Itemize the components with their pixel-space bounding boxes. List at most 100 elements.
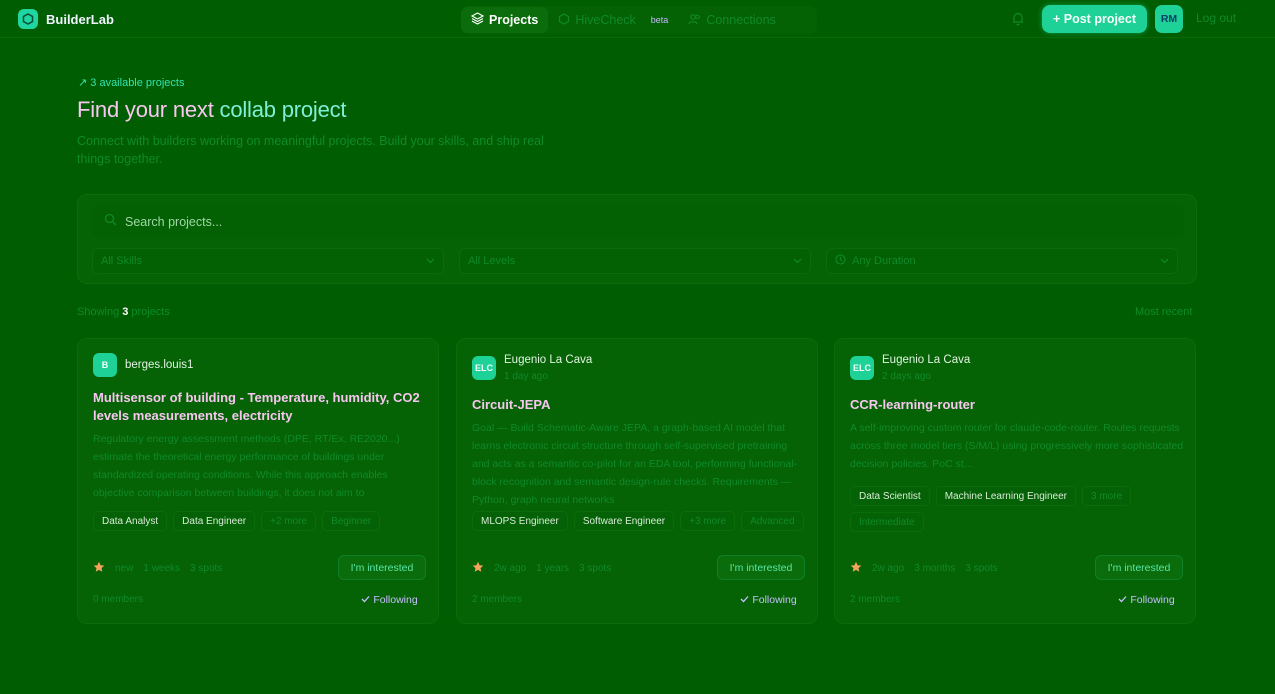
project-duration: 1 weeks bbox=[143, 563, 181, 574]
check-icon bbox=[740, 594, 749, 606]
project-stats: new 1 weeks 3 spots bbox=[93, 561, 222, 576]
nav-projects[interactable]: Projects bbox=[461, 7, 549, 33]
author-name[interactable]: Eugenio La Cava bbox=[504, 354, 592, 366]
beta-badge: beta bbox=[650, 15, 669, 25]
search-input[interactable]: Search projects... bbox=[92, 205, 1184, 239]
nav-connections-label: Connections bbox=[706, 13, 776, 27]
results-suffix: projects bbox=[131, 306, 170, 318]
project-title[interactable]: Multisensor of building - Temperature, h… bbox=[93, 389, 428, 425]
nav-hivecheck[interactable]: HiveCheck beta bbox=[548, 7, 678, 33]
project-card[interactable]: ELC Eugenio La Cava 2 days ago CCR-learn… bbox=[834, 338, 1196, 624]
logout-link[interactable]: Log out bbox=[1196, 11, 1236, 25]
levels-select[interactable]: All Levels bbox=[459, 248, 811, 274]
hexagon-icon bbox=[558, 12, 570, 28]
member-count: 2 members bbox=[472, 594, 523, 605]
posted-age: 2w ago bbox=[494, 563, 527, 574]
more-tags-badge: +3 more bbox=[680, 511, 736, 531]
star-icon bbox=[850, 561, 862, 576]
skill-tags: MLOPS Engineer Software Engineer +3 more… bbox=[472, 511, 807, 531]
project-stats: 2w ago 1 years 3 spots bbox=[472, 561, 611, 576]
posted-age: 2w ago bbox=[872, 563, 905, 574]
project-duration: 1 years bbox=[536, 563, 570, 574]
skills-select[interactable]: All Skills bbox=[92, 248, 444, 274]
duration-select-value: Any Duration bbox=[852, 255, 916, 267]
following-label: Following bbox=[752, 594, 797, 606]
project-card[interactable]: ELC Eugenio La Cava 1 day ago Circuit-JE… bbox=[456, 338, 818, 624]
skill-tag: MLOPS Engineer bbox=[472, 511, 568, 531]
check-icon bbox=[361, 594, 370, 606]
following-label: Following bbox=[373, 594, 418, 606]
star-icon bbox=[93, 561, 105, 576]
following-button[interactable]: Following bbox=[1110, 590, 1183, 610]
bell-icon[interactable] bbox=[1011, 11, 1025, 31]
more-tags-badge: 3 more bbox=[1082, 486, 1132, 506]
top-navbar: BuilderLab Projects HiveCheck beta Conne… bbox=[0, 0, 1275, 38]
chevron-down-icon bbox=[426, 255, 435, 267]
nav-projects-label: Projects bbox=[489, 13, 539, 27]
post-project-button[interactable]: + Post project bbox=[1042, 5, 1147, 33]
check-icon bbox=[1118, 594, 1127, 606]
interested-button[interactable]: I'm interested bbox=[338, 555, 426, 580]
author-avatar: B bbox=[93, 353, 117, 377]
author-name[interactable]: Eugenio La Cava bbox=[882, 354, 970, 366]
member-count: 2 members bbox=[850, 594, 901, 605]
project-title[interactable]: Circuit-JEPA bbox=[472, 396, 807, 414]
project-title[interactable]: CCR-learning-router bbox=[850, 396, 1185, 414]
main-nav: Projects HiveCheck beta Connections bbox=[461, 6, 817, 34]
skill-tag: Data Analyst bbox=[93, 511, 168, 531]
users-icon bbox=[688, 13, 701, 28]
author-avatar: ELC bbox=[850, 356, 874, 380]
posted-time: 2 days ago bbox=[882, 371, 931, 382]
skill-tag: Software Engineer bbox=[573, 511, 675, 531]
filter-panel: Search projects... All Skills All Levels… bbox=[77, 194, 1197, 284]
member-count: 0 members bbox=[93, 594, 144, 605]
interested-button[interactable]: I'm interested bbox=[1095, 555, 1183, 580]
search-placeholder: Search projects... bbox=[125, 215, 223, 229]
open-spots: 3 spots bbox=[190, 563, 223, 574]
chevron-down-icon bbox=[793, 255, 802, 267]
brand[interactable]: BuilderLab bbox=[18, 9, 114, 29]
results-count: Showing 3 projects bbox=[77, 306, 170, 318]
project-description: Goal — Build Schematic-Aware JEPA, a gra… bbox=[472, 422, 798, 506]
chevron-down-icon bbox=[1160, 255, 1169, 267]
results-prefix: Showing bbox=[77, 306, 120, 318]
search-icon bbox=[104, 213, 117, 231]
project-description: A self-improving custom router for claud… bbox=[850, 422, 1184, 470]
project-duration: 3 months bbox=[914, 563, 956, 574]
hexagon-logo-icon bbox=[18, 9, 38, 29]
skill-tags: Data Analyst Data Engineer +2 more Begin… bbox=[93, 511, 428, 531]
following-button[interactable]: Following bbox=[732, 590, 805, 610]
level-badge: Beginner bbox=[322, 511, 381, 531]
author-name[interactable]: berges.louis1 bbox=[125, 359, 193, 371]
project-description: Regulatory energy assessment methods (DP… bbox=[93, 433, 400, 499]
more-tags-badge: +2 more bbox=[261, 511, 317, 531]
skill-tags: Data Scientist Machine Learning Engineer… bbox=[850, 486, 1185, 532]
skill-tag: Data Engineer bbox=[173, 511, 256, 531]
project-card[interactable]: B berges.louis1 Multisensor of building … bbox=[77, 338, 439, 624]
user-avatar[interactable]: RM bbox=[1155, 5, 1183, 33]
following-button[interactable]: Following bbox=[353, 590, 426, 610]
nav-connections[interactable]: Connections bbox=[678, 7, 786, 33]
level-badge: Advanced bbox=[741, 511, 804, 531]
posted-age: new bbox=[115, 563, 134, 574]
sort-select[interactable]: Most recent bbox=[1135, 306, 1192, 318]
following-label: Following bbox=[1130, 594, 1175, 606]
page-title-prefix: Find your next bbox=[77, 97, 220, 122]
levels-select-value: All Levels bbox=[468, 255, 516, 267]
page-title: Find your next collab project bbox=[77, 97, 347, 123]
skill-tag: Data Scientist bbox=[850, 486, 930, 506]
interested-button[interactable]: I'm interested bbox=[717, 555, 805, 580]
open-spots: 3 spots bbox=[965, 563, 998, 574]
star-icon bbox=[472, 561, 484, 576]
level-badge: Intermediate bbox=[850, 512, 924, 532]
open-spots: 3 spots bbox=[579, 563, 612, 574]
author-avatar: ELC bbox=[472, 356, 496, 380]
skills-select-value: All Skills bbox=[101, 255, 142, 267]
available-projects-kicker: ↗ 3 available projects bbox=[78, 77, 185, 89]
page-subtitle: Connect with builders working on meaning… bbox=[77, 134, 544, 166]
nav-hivecheck-label: HiveCheck bbox=[575, 13, 636, 27]
project-stats: 2w ago 3 months 3 spots bbox=[850, 561, 998, 576]
duration-select[interactable]: Any Duration bbox=[826, 248, 1178, 274]
brand-name: BuilderLab bbox=[46, 11, 114, 27]
layers-icon bbox=[470, 12, 485, 28]
